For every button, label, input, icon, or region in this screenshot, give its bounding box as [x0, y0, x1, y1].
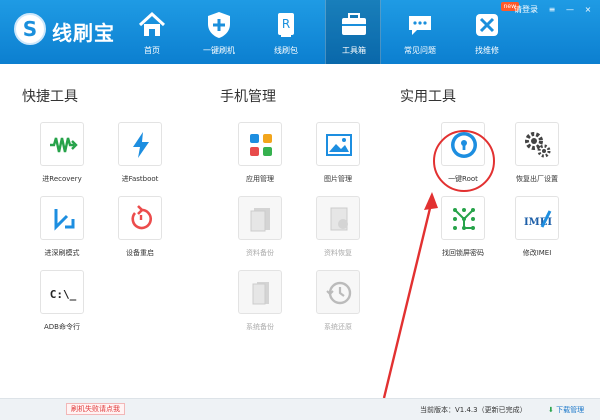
- nav-label: 线刷包: [274, 46, 298, 55]
- nav-label: 首页: [144, 46, 160, 55]
- tile-label: 图片管理: [324, 175, 352, 183]
- minimize-icon[interactable]: —: [564, 5, 576, 15]
- login-link[interactable]: 请登录: [514, 4, 538, 15]
- tile-label: 进Recovery: [42, 175, 82, 183]
- tile-label: 应用管理: [246, 175, 274, 183]
- gears-icon: [525, 132, 551, 158]
- toolbox-icon: [342, 13, 366, 35]
- tile-label: 资料备份: [246, 249, 274, 257]
- highlight-circle: [433, 130, 495, 192]
- nav-label: 找维修: [475, 46, 499, 55]
- tile-data-backup[interactable]: [238, 196, 282, 240]
- reboot-icon: [131, 205, 153, 230]
- tile-label: 系统备份: [246, 323, 274, 331]
- toolbox-panel: 快捷工具 手机管理 实用工具 进Recovery 进Fastboot 进深刷模式…: [0, 64, 600, 399]
- menu-icon[interactable]: ≡: [546, 5, 558, 15]
- tile-data-restore[interactable]: [316, 196, 360, 240]
- document-restore-icon: [330, 207, 348, 231]
- tile-label: 进深刷模式: [44, 249, 80, 257]
- tile-modify-imei[interactable]: IMEI: [515, 196, 559, 240]
- nav-label: 常见问题: [404, 46, 436, 55]
- tile-label: 恢复出厂设置: [516, 175, 558, 183]
- apps-grid-icon: [250, 134, 272, 156]
- shield-plus-icon: [208, 12, 230, 38]
- tile-system-restore[interactable]: [316, 270, 360, 314]
- adb-icon-text: C:\_: [50, 288, 77, 301]
- nav-toolbox[interactable]: 工具箱: [325, 0, 381, 64]
- tile-label: 设备重启: [126, 249, 154, 257]
- app-brand: 线刷宝: [52, 21, 115, 45]
- recovery-icon: [50, 137, 78, 153]
- tile-label: 进Fastboot: [121, 175, 159, 183]
- terminal-icon: C:\_: [50, 288, 77, 301]
- package-r-icon: R: [278, 13, 294, 37]
- system-backup-icon: [252, 282, 269, 305]
- imei-icon-text: IMEI: [524, 217, 552, 228]
- svg-text:R: R: [282, 17, 290, 31]
- tile-label: 修改IMEI: [522, 249, 552, 257]
- imei-edit-icon: IMEI: [524, 210, 552, 228]
- repair-tools-icon: [476, 14, 498, 36]
- status-bar: 刷机失败请点我 当前版本：V1.4.3（更新已完成） ⬇ 下载管理: [0, 398, 600, 420]
- section-title-phone: 手机管理: [220, 89, 276, 105]
- download-manager-link[interactable]: ⬇ 下载管理: [548, 405, 584, 415]
- main-nav: 首页 一键刷机 R 线刷包 工具箱 常见问题 new 找维修: [124, 0, 526, 64]
- flash-fail-help-button[interactable]: 刷机失败请点我: [66, 403, 125, 415]
- chat-bubble-icon: [409, 16, 431, 35]
- home-icon: [138, 11, 166, 36]
- tile-reboot[interactable]: [118, 196, 162, 240]
- app-logo-icon: [14, 13, 46, 45]
- version-text: 当前版本：V1.4.3（更新已完成）: [420, 406, 527, 414]
- pattern-lock-icon: [453, 208, 475, 230]
- tile-fastboot[interactable]: [118, 122, 162, 166]
- nav-faq[interactable]: 常见问题: [392, 0, 448, 64]
- document-backup-icon: [250, 208, 270, 232]
- tile-label: 资料恢复: [324, 249, 352, 257]
- tile-factory-reset[interactable]: [515, 122, 559, 166]
- tile-label: ADB命令行: [44, 323, 80, 331]
- section-title-quick: 快捷工具: [22, 89, 78, 105]
- top-bar: 线刷宝 首页 一键刷机 R 线刷包: [0, 0, 600, 64]
- nav-flash-package[interactable]: R 线刷包: [258, 0, 314, 64]
- tile-label: 系统还原: [324, 323, 352, 331]
- nav-home[interactable]: 首页: [124, 0, 180, 64]
- nav-one-click-flash[interactable]: 一键刷机: [191, 0, 247, 64]
- window-controls: 请登录 ≡ — ×: [514, 4, 594, 15]
- lightning-icon: [133, 132, 149, 158]
- tile-photo-manage[interactable]: [316, 122, 360, 166]
- tile-recovery[interactable]: [40, 122, 84, 166]
- picture-icon: [326, 134, 352, 156]
- history-clock-icon: [326, 281, 352, 305]
- deep-flash-arrow-icon: [54, 209, 75, 231]
- tile-app-manage[interactable]: [238, 122, 282, 166]
- tile-deep-flash[interactable]: [40, 196, 84, 240]
- section-title-utility: 实用工具: [400, 89, 456, 105]
- download-label: 下载管理: [556, 406, 585, 414]
- download-icon: ⬇: [548, 406, 554, 414]
- tile-adb[interactable]: C:\_: [40, 270, 84, 314]
- nav-find-repair[interactable]: new 找维修: [459, 0, 519, 64]
- nav-label: 一键刷机: [203, 46, 235, 55]
- close-icon[interactable]: ×: [582, 5, 594, 15]
- tile-system-backup[interactable]: [238, 270, 282, 314]
- annotation-arrow-icon: [382, 192, 438, 399]
- nav-label: 工具箱: [342, 46, 366, 55]
